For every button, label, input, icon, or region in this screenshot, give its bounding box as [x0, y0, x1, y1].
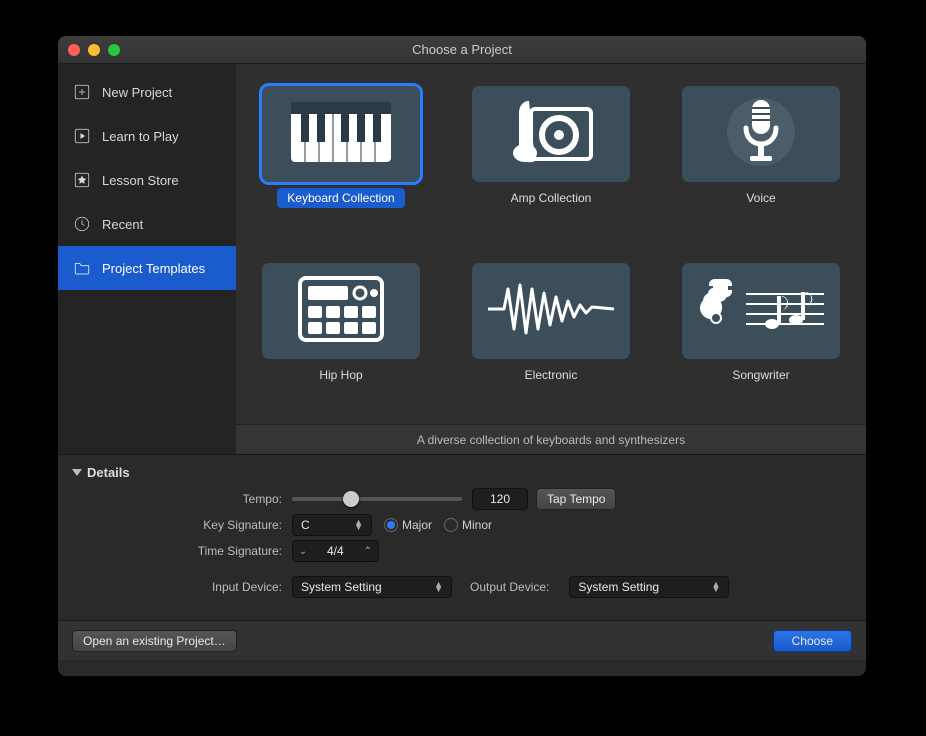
details-disclosure[interactable]: Details [72, 465, 852, 480]
input-device-select[interactable]: System Setting ▲▼ [292, 576, 452, 598]
template-thumb [262, 86, 420, 182]
select-arrows-icon: ▲▼ [434, 582, 443, 592]
upper-pane: New Project Learn to Play Lesson Store [58, 64, 866, 454]
template-songwriter[interactable]: Songwriter [676, 263, 846, 424]
sidebar-item-new-project[interactable]: New Project [58, 70, 236, 114]
recent-icon [72, 214, 92, 234]
time-signature-label: Time Signature: [72, 544, 292, 558]
learn-icon [72, 126, 92, 146]
folder-icon [72, 258, 92, 278]
choose-button[interactable]: Choose [773, 630, 852, 652]
titlebar: Choose a Project [58, 36, 866, 64]
open-existing-project-button[interactable]: Open an existing Project… [72, 630, 237, 652]
select-arrows-icon: ▲▼ [711, 582, 720, 592]
output-device-label: Output Device: [470, 580, 559, 594]
input-device-value: System Setting [301, 580, 382, 594]
footer: Open an existing Project… Choose [58, 620, 866, 660]
template-label: Electronic [515, 365, 588, 385]
template-label: Hip Hop [309, 365, 372, 385]
details-header-label: Details [87, 465, 130, 480]
sidebar-item-recent[interactable]: Recent [58, 202, 236, 246]
new-project-icon [72, 82, 92, 102]
time-signature-stepper[interactable]: ⌄ 4/4 ⌃ [292, 540, 379, 562]
key-signature-value: C [301, 518, 310, 532]
sidebar-item-label: Lesson Store [102, 173, 179, 188]
details-panel: Details Tempo: 120 Tap Tempo Key Signatu… [58, 454, 866, 620]
close-window-button[interactable] [68, 44, 80, 56]
mode-major-label: Major [402, 518, 432, 532]
template-thumb [472, 263, 630, 359]
sidebar-item-label: Recent [102, 217, 143, 232]
keyboard-icon [291, 102, 391, 167]
template-grid: Keyboard Collection [236, 64, 866, 424]
output-device-value: System Setting [578, 580, 659, 594]
guitar-notes-icon [696, 274, 826, 349]
sidebar-item-lesson-store[interactable]: Lesson Store [58, 158, 236, 202]
sidebar-item-project-templates[interactable]: Project Templates [58, 246, 236, 290]
template-label: Voice [736, 188, 785, 208]
template-description: A diverse collection of keyboards and sy… [236, 424, 866, 454]
template-voice[interactable]: Voice [676, 86, 846, 247]
time-signature-value: 4/4 [313, 544, 358, 558]
mode-minor-label: Minor [462, 518, 492, 532]
window-body: New Project Learn to Play Lesson Store [58, 64, 866, 676]
zoom-window-button[interactable] [108, 44, 120, 56]
template-label: Keyboard Collection [277, 188, 404, 208]
minimize-window-button[interactable] [88, 44, 100, 56]
mode-major-radio[interactable] [384, 518, 398, 532]
stepper-up-button[interactable]: ⌃ [358, 540, 378, 562]
project-chooser-window: Choose a Project New Project Learn to Pl… [58, 36, 866, 676]
tempo-label: Tempo: [72, 492, 292, 506]
tempo-slider-knob[interactable] [343, 491, 359, 507]
window-controls [68, 44, 120, 56]
amp-icon [501, 97, 601, 172]
template-electronic[interactable]: Electronic [466, 263, 636, 424]
key-signature-label: Key Signature: [72, 518, 292, 532]
sidebar-item-label: Project Templates [102, 261, 205, 276]
template-keyboard-collection[interactable]: Keyboard Collection [256, 86, 426, 247]
sidebar-item-learn-to-play[interactable]: Learn to Play [58, 114, 236, 158]
chevron-down-icon [72, 469, 82, 476]
stepper-down-button[interactable]: ⌄ [293, 540, 313, 562]
sidebar: New Project Learn to Play Lesson Store [58, 64, 236, 454]
drum-machine-icon [296, 274, 386, 349]
sidebar-item-label: New Project [102, 85, 172, 100]
store-icon [72, 170, 92, 190]
template-thumb [472, 86, 630, 182]
template-thumb [262, 263, 420, 359]
sidebar-item-label: Learn to Play [102, 129, 179, 144]
key-signature-select[interactable]: C ▲▼ [292, 514, 372, 536]
template-label: Songwriter [722, 365, 799, 385]
select-arrows-icon: ▲▼ [354, 520, 363, 530]
template-thumb [682, 263, 840, 359]
microphone-icon [726, 92, 796, 177]
template-thumb [682, 86, 840, 182]
input-device-label: Input Device: [72, 580, 292, 594]
template-amp-collection[interactable]: Amp Collection [466, 86, 636, 247]
tempo-slider[interactable] [292, 497, 462, 501]
template-content: Keyboard Collection [236, 64, 866, 454]
tempo-field[interactable]: 120 [472, 488, 528, 510]
waveform-icon [486, 279, 616, 344]
window-title: Choose a Project [58, 42, 866, 57]
mode-minor-radio[interactable] [444, 518, 458, 532]
output-device-select[interactable]: System Setting ▲▼ [569, 576, 729, 598]
tap-tempo-button[interactable]: Tap Tempo [536, 488, 616, 510]
template-label: Amp Collection [501, 188, 602, 208]
template-hip-hop[interactable]: Hip Hop [256, 263, 426, 424]
